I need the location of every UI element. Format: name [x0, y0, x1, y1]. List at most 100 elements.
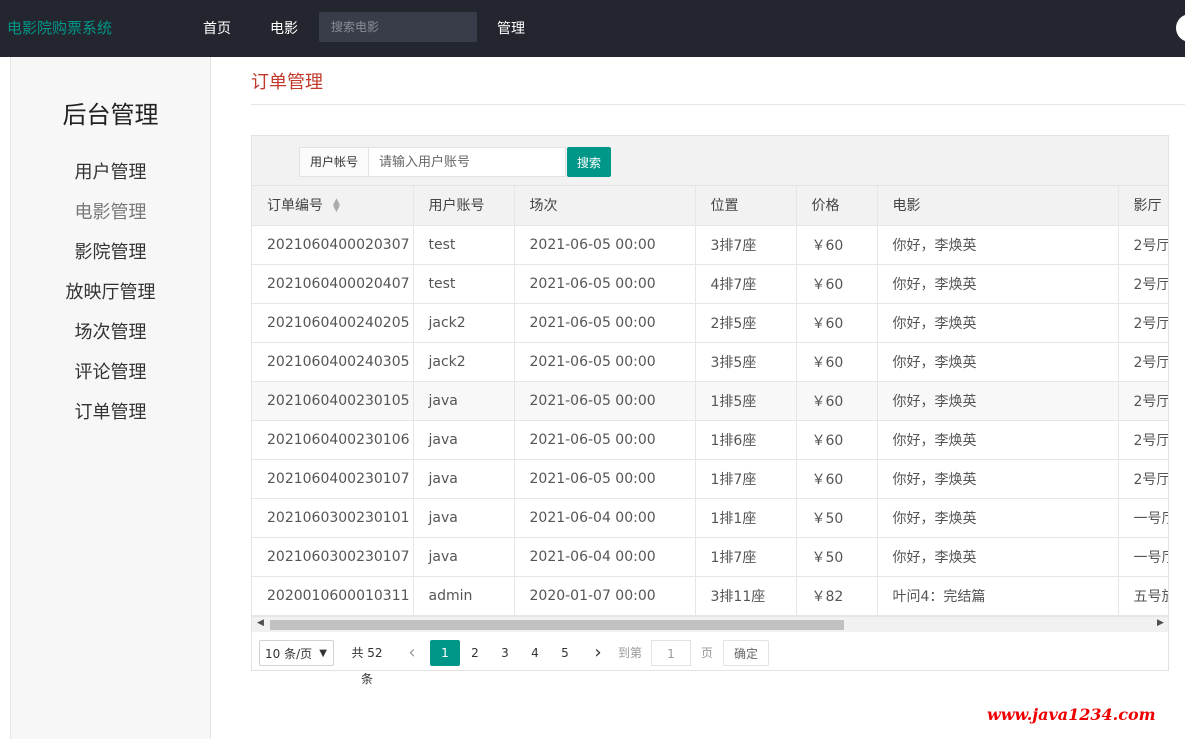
- scroll-right-icon[interactable]: ▶: [1157, 618, 1164, 628]
- cell-seat: 3排7座: [695, 225, 797, 265]
- cell-movie: 你好，李焕英: [877, 303, 1119, 343]
- cell-user: jack2: [413, 303, 515, 343]
- cell-price: ￥60: [796, 303, 878, 343]
- cell-hall: 五号放映厅: [1118, 576, 1168, 616]
- table-row[interactable]: 2021060300230101 java 2021-06-04 00:00 1…: [252, 498, 1168, 538]
- cell-hall: 2号厅: [1118, 264, 1168, 304]
- cell-seat: 3排11座: [695, 576, 797, 616]
- avatar[interactable]: [1176, 14, 1185, 42]
- cell-hall: 2号厅: [1118, 381, 1168, 421]
- cell-hall: 一号厅: [1118, 498, 1168, 538]
- search-button[interactable]: 搜索: [567, 147, 611, 177]
- user-account-search-input[interactable]: [368, 147, 566, 177]
- sort-icon[interactable]: ▲ ▼: [333, 198, 340, 214]
- table-row[interactable]: 2021060400020307 test 2021-06-05 00:00 3…: [252, 225, 1168, 265]
- sidebar-item-cinemas[interactable]: 影院管理: [11, 238, 210, 278]
- cell-hall: 一号厅: [1118, 537, 1168, 577]
- cell-seat: 3排5座: [695, 342, 797, 382]
- sidebar-item-movies[interactable]: 电影管理: [11, 198, 210, 238]
- cell-user: java: [413, 498, 515, 538]
- app-title[interactable]: 电影院购票系统: [7, 17, 112, 38]
- orders-table-wrap: 订单编号 ▲ ▼ 用户账号 场次 位置 价格 电影 影厅 2021060400020…: [252, 186, 1168, 616]
- cell-movie: 叶问4：完结篇: [877, 576, 1119, 616]
- pagination: 10 条/页 ▼ 共 52 条 ‹ 1 2 3 4 5 › 到第 1 页 确定: [252, 632, 1168, 686]
- goto-page-input[interactable]: 1: [651, 640, 691, 666]
- sidebar: 后台管理 用户管理 电影管理 影院管理 放映厅管理 场次管理 评论管理 订单管理: [10, 57, 211, 739]
- table-row[interactable]: 2020010600010311 admin 2020-01-07 00:00 …: [252, 576, 1168, 616]
- cell-movie: 你好，李焕英: [877, 420, 1119, 460]
- table-row[interactable]: 2021060400020407 test 2021-06-05 00:00 4…: [252, 264, 1168, 304]
- cell-price: ￥60: [796, 381, 878, 421]
- sidebar-item-comments[interactable]: 评论管理: [11, 358, 210, 398]
- cell-movie: 你好，李焕英: [877, 264, 1119, 304]
- page-1[interactable]: 1: [430, 640, 460, 666]
- movie-search-input[interactable]: [319, 12, 477, 42]
- page-3[interactable]: 3: [490, 640, 520, 666]
- cell-order-id: 2021060300230101: [252, 498, 414, 538]
- page-unit-label: 页: [700, 646, 713, 660]
- table-row[interactable]: 2021060400230105 java 2021-06-05 00:00 1…: [252, 381, 1168, 421]
- sidebar-item-orders[interactable]: 订单管理: [11, 398, 210, 438]
- cell-movie: 你好，李焕英: [877, 225, 1119, 265]
- page-5[interactable]: 5: [550, 640, 580, 666]
- table-row[interactable]: 2021060400240305 jack2 2021-06-05 00:00 …: [252, 342, 1168, 382]
- cell-user: jack2: [413, 342, 515, 382]
- cell-session: 2021-06-05 00:00: [514, 264, 696, 304]
- scrollbar-thumb[interactable]: [270, 620, 844, 630]
- cell-price: ￥60: [796, 459, 878, 499]
- scroll-left-icon[interactable]: ◀: [257, 618, 264, 628]
- chevron-down-icon: ▼: [319, 648, 327, 659]
- cell-session: 2021-06-05 00:00: [514, 381, 696, 421]
- search-toolbar: 用户帐号 搜索: [252, 136, 1168, 186]
- cell-price: ￥60: [796, 225, 878, 265]
- cell-price: ￥60: [796, 342, 878, 382]
- table-header-row: 订单编号 ▲ ▼ 用户账号 场次 位置 价格 电影 影厅: [252, 186, 1168, 226]
- cell-seat: 1排1座: [695, 498, 797, 538]
- nav-home[interactable]: 首页: [203, 18, 231, 38]
- cell-order-id: 2021060400020407: [252, 264, 414, 304]
- column-header-order-id[interactable]: 订单编号 ▲ ▼: [252, 186, 414, 226]
- cell-seat: 1排6座: [695, 420, 797, 460]
- page-size-select[interactable]: 10 条/页 ▼: [259, 640, 334, 666]
- cell-user: java: [413, 459, 515, 499]
- cell-seat: 1排7座: [695, 459, 797, 499]
- page-title: 订单管理: [251, 72, 323, 93]
- cell-hall: 2号厅: [1118, 459, 1168, 499]
- column-header-session: 场次: [514, 186, 696, 226]
- table-row[interactable]: 2021060400230106 java 2021-06-05 00:00 1…: [252, 420, 1168, 460]
- cell-session: 2021-06-04 00:00: [514, 537, 696, 577]
- cell-movie: 你好，李焕英: [877, 381, 1119, 421]
- sidebar-item-sessions[interactable]: 场次管理: [11, 318, 210, 358]
- sidebar-item-halls[interactable]: 放映厅管理: [11, 278, 210, 318]
- prev-page-icon[interactable]: ‹: [399, 640, 425, 666]
- cell-session: 2021-06-05 00:00: [514, 342, 696, 382]
- table-row[interactable]: 2021060400230107 java 2021-06-05 00:00 1…: [252, 459, 1168, 499]
- cell-hall: 2号厅: [1118, 342, 1168, 382]
- cell-order-id: 2021060400230107: [252, 459, 414, 499]
- cell-user: java: [413, 381, 515, 421]
- table-row[interactable]: 2021060400240205 jack2 2021-06-05 00:00 …: [252, 303, 1168, 343]
- cell-user: test: [413, 225, 515, 265]
- page-2[interactable]: 2: [460, 640, 490, 666]
- page-4[interactable]: 4: [520, 640, 550, 666]
- table-row[interactable]: 2021060300230107 java 2021-06-04 00:00 1…: [252, 537, 1168, 577]
- sidebar-item-users[interactable]: 用户管理: [11, 158, 210, 198]
- cell-order-id: 2020010600010311: [252, 576, 414, 616]
- cell-user: admin: [413, 576, 515, 616]
- cell-seat: 1排7座: [695, 537, 797, 577]
- nav-movies[interactable]: 电影: [270, 18, 298, 38]
- horizontal-scrollbar[interactable]: ◀ ▶: [252, 616, 1168, 632]
- cell-price: ￥60: [796, 420, 878, 460]
- top-navbar: 电影院购票系统 首页 电影 管理: [0, 0, 1185, 57]
- cell-movie: 你好，李焕英: [877, 498, 1119, 538]
- cell-price: ￥50: [796, 498, 878, 538]
- cell-order-id: 2021060400240305: [252, 342, 414, 382]
- cell-hall: 2号厅: [1118, 420, 1168, 460]
- cell-movie: 你好，李焕英: [877, 459, 1119, 499]
- next-page-icon[interactable]: ›: [585, 640, 611, 666]
- confirm-page-button[interactable]: 确定: [723, 640, 769, 666]
- cell-user: test: [413, 264, 515, 304]
- nav-admin[interactable]: 管理: [497, 18, 525, 38]
- column-header-price: 价格: [796, 186, 878, 226]
- column-header-movie: 电影: [877, 186, 1119, 226]
